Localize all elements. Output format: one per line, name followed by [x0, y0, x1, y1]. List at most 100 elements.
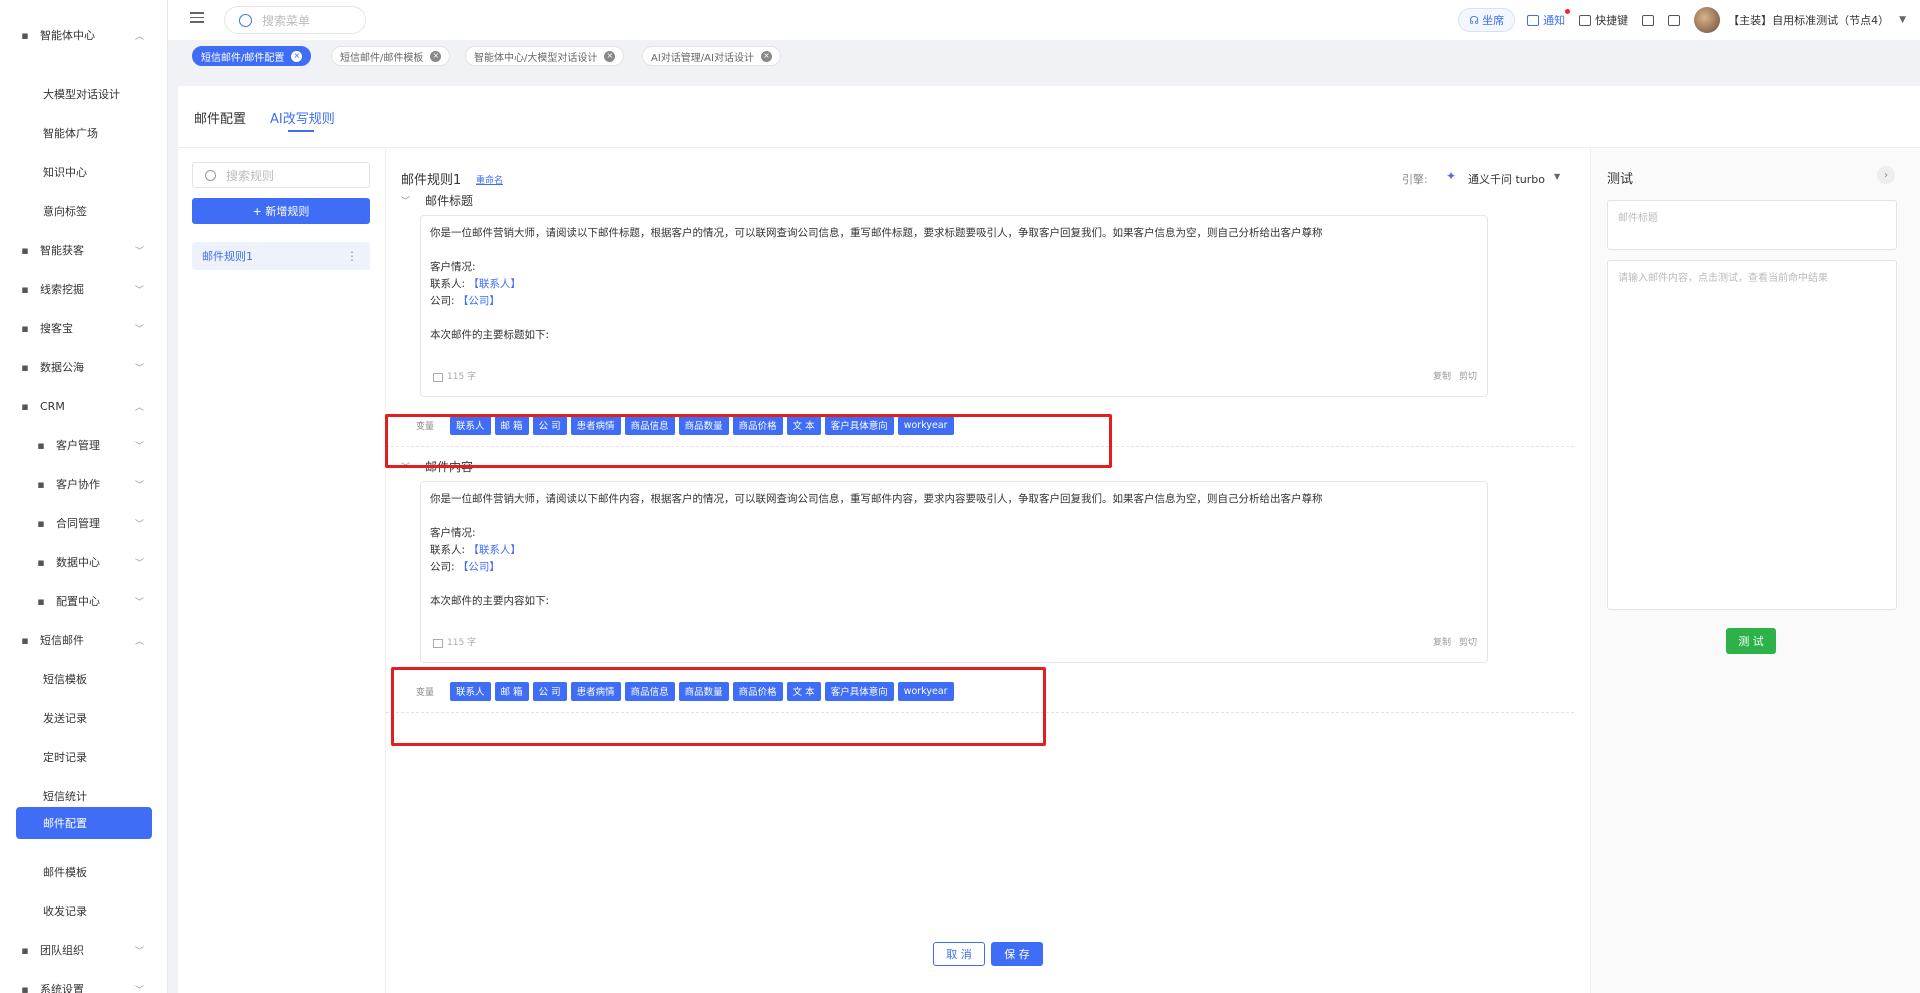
seat-button[interactable]: ☊ 坐席 [1458, 8, 1516, 32]
page-tab[interactable]: 短信邮件/邮件配置 × [192, 46, 312, 66]
menu-toggle-icon[interactable] [190, 12, 204, 26]
cut-button[interactable]: 剪切 [1459, 372, 1477, 382]
inline-variable: 【公司】 [457, 561, 500, 573]
test-subject-input[interactable]: 邮件标题 [1607, 200, 1897, 250]
chevron-up-icon: ︿ [134, 402, 144, 413]
highlight-box-variables-2 [391, 667, 1046, 746]
sidebar-item[interactable]: 发送记录 [0, 699, 167, 737]
save-button[interactable]: 保 存 [991, 942, 1043, 966]
image-icon [433, 639, 443, 648]
tab-ai-rules[interactable]: AI改写规则 [270, 108, 335, 127]
rule-item[interactable]: 邮件规则1 ⋮ [192, 242, 370, 270]
menu-search-placeholder: 搜索菜单 [262, 13, 311, 28]
search-icon [205, 169, 216, 181]
sidebar-item[interactable]: ▪ 配置中心 ﹀ [0, 582, 167, 620]
user-name[interactable]: 【主装】自用标准测试（节点4） [1728, 12, 1889, 28]
test-title: 测试 [1607, 172, 1634, 187]
add-rule-button[interactable]: + 新增规则 [192, 198, 370, 224]
rule-search-input[interactable]: 搜索规则 [192, 162, 370, 188]
rule-title: 邮件规则1 [401, 173, 462, 188]
sidebar-item[interactable]: ▪ 客户管理 ﹀ [0, 426, 167, 464]
copy-button[interactable]: 复制 [1433, 638, 1451, 648]
test-content-input[interactable]: 请输入邮件内容，点击测试，查看当前命中结果 [1607, 260, 1897, 610]
cut-button[interactable]: 剪切 [1459, 638, 1477, 648]
prompt-line: 联系人: 【联系人】 [430, 544, 521, 556]
sidebar-item[interactable]: 定时记录 [0, 738, 167, 776]
prompt-textarea[interactable]: 你是一位邮件营销大师，请阅读以下邮件内容，根据客户的情况，可以联网查询公司信息，… [420, 481, 1488, 663]
sidebar-item-label: 数据公海 [40, 361, 84, 374]
avatar[interactable] [1694, 7, 1721, 33]
sidebar-item[interactable]: 意向标签 [0, 192, 167, 230]
close-icon[interactable]: × [291, 50, 303, 62]
sidebar-item[interactable]: 短信模板 [0, 660, 167, 698]
prompt-line: 你是一位邮件营销大师，请阅读以下邮件内容，根据客户的情况，可以联网查询公司信息，… [430, 493, 1323, 505]
headset-icon: ☊ [1469, 13, 1480, 27]
sidebar-item[interactable]: ▪ 数据中心 ﹀ [0, 543, 167, 581]
close-icon[interactable]: × [760, 50, 772, 62]
sidebar-item-label: 配置中心 [56, 595, 100, 608]
camera-icon[interactable] [1668, 14, 1681, 26]
shortcut-button[interactable]: 快捷键 [1579, 12, 1628, 28]
sidebar-item[interactable]: ▪ 线索挖掘 ﹀ [0, 270, 167, 308]
engine-label: 引擎: [1402, 173, 1428, 186]
sidebar-item[interactable]: 邮件配置 [16, 807, 152, 839]
screen-icon[interactable] [1642, 14, 1655, 26]
page-tab[interactable]: AI对话管理/AI对话设计 × [642, 46, 781, 66]
user-caret-icon[interactable]: ▼ [1899, 15, 1906, 25]
sidebar-item[interactable]: ▪ 数据公海 ﹀ [0, 348, 167, 386]
sidebar-item[interactable]: 大模型对话设计 [0, 75, 167, 113]
prompt-line: 本次邮件的主要标题如下: [430, 329, 550, 341]
char-count: 115 字 [433, 369, 476, 386]
chevron-down-icon: ﹀ [134, 597, 144, 608]
prompt-line: 公司: 【公司】 [430, 295, 500, 307]
sidebar-item[interactable]: 知识中心 [0, 153, 167, 191]
inline-variable: 【联系人】 [468, 544, 521, 556]
cancel-button[interactable]: 取 消 [933, 942, 985, 966]
bar-icon: ▪ [37, 555, 45, 569]
text-tools: 复制 剪切 [1425, 369, 1477, 386]
search-icon: ▪ [21, 243, 29, 257]
engine-caret-icon[interactable]: ▼ [1554, 172, 1560, 181]
sidebar-item[interactable]: ▪ 短信邮件 ︿ [0, 621, 167, 659]
sidebar-item[interactable]: ▪ 客户协作 ﹀ [0, 465, 167, 503]
prompt-line: 公司: 【公司】 [430, 561, 500, 573]
notify-button[interactable]: 通知 [1527, 9, 1571, 28]
chevron-down-icon[interactable]: ﹀ [401, 194, 415, 207]
sidebar-item[interactable]: ▪ CRM ︿ [0, 387, 167, 425]
rename-link[interactable]: 重命名 [476, 173, 503, 186]
tab-mail-config[interactable]: 邮件配置 [194, 108, 246, 127]
section-header[interactable]: ﹀ 邮件标题 [401, 192, 473, 209]
engine-select[interactable]: 通义千问 turbo [1468, 171, 1545, 187]
sidebar-item[interactable]: ▪ 合同管理 ﹀ [0, 504, 167, 542]
sidebar-item-label: 搜客宝 [40, 322, 73, 335]
sidebar-item[interactable]: ▪ 智能体中心 ︿ [0, 16, 167, 54]
copy-button[interactable]: 复制 [1433, 372, 1451, 382]
sidebar-item[interactable]: ▪ 系统设置 ﹀ [0, 970, 167, 993]
more-icon[interactable]: ⋮ [346, 249, 358, 263]
page-tab-label: 智能体中心/大模型对话设计 [474, 52, 598, 64]
prompt-line: 本次邮件的主要内容如下: [430, 595, 550, 607]
page-tab[interactable]: 智能体中心/大模型对话设计 × [465, 46, 625, 66]
image-icon [433, 373, 443, 382]
sidebar-item[interactable]: ▪ 团队组织 ﹀ [0, 931, 167, 969]
sidebar-item[interactable]: ▪ 智能获客 ﹀ [0, 231, 167, 269]
chevron-down-icon: ﹀ [134, 519, 144, 530]
close-icon[interactable]: × [430, 50, 442, 62]
sidebar-item[interactable]: 邮件模板 [0, 853, 167, 891]
sidebar-item[interactable]: 智能体广场 [0, 114, 167, 152]
sidebar-item[interactable]: 收发记录 [0, 892, 167, 930]
notify-label: 通知 [1543, 14, 1566, 27]
sidebar-item[interactable]: ▪ 搜客宝 ﹀ [0, 309, 167, 347]
test-button[interactable]: 测 试 [1726, 628, 1776, 654]
page-tab[interactable]: 短信邮件/邮件模板 × [331, 46, 451, 66]
highlight-box-variables-1 [385, 414, 1112, 468]
rule-search-placeholder: 搜索规则 [226, 168, 275, 183]
menu-search-input[interactable]: 搜索菜单 [224, 6, 366, 34]
prompt-textarea[interactable]: 你是一位邮件营销大师，请阅读以下邮件标题，根据客户的情况，可以联网查询公司信息，… [420, 215, 1488, 397]
team-icon: ▪ [21, 943, 29, 957]
chevron-up-icon: ︿ [134, 636, 144, 647]
close-icon[interactable]: × [604, 50, 616, 62]
collapse-arrow-icon[interactable]: › [1877, 166, 1895, 184]
